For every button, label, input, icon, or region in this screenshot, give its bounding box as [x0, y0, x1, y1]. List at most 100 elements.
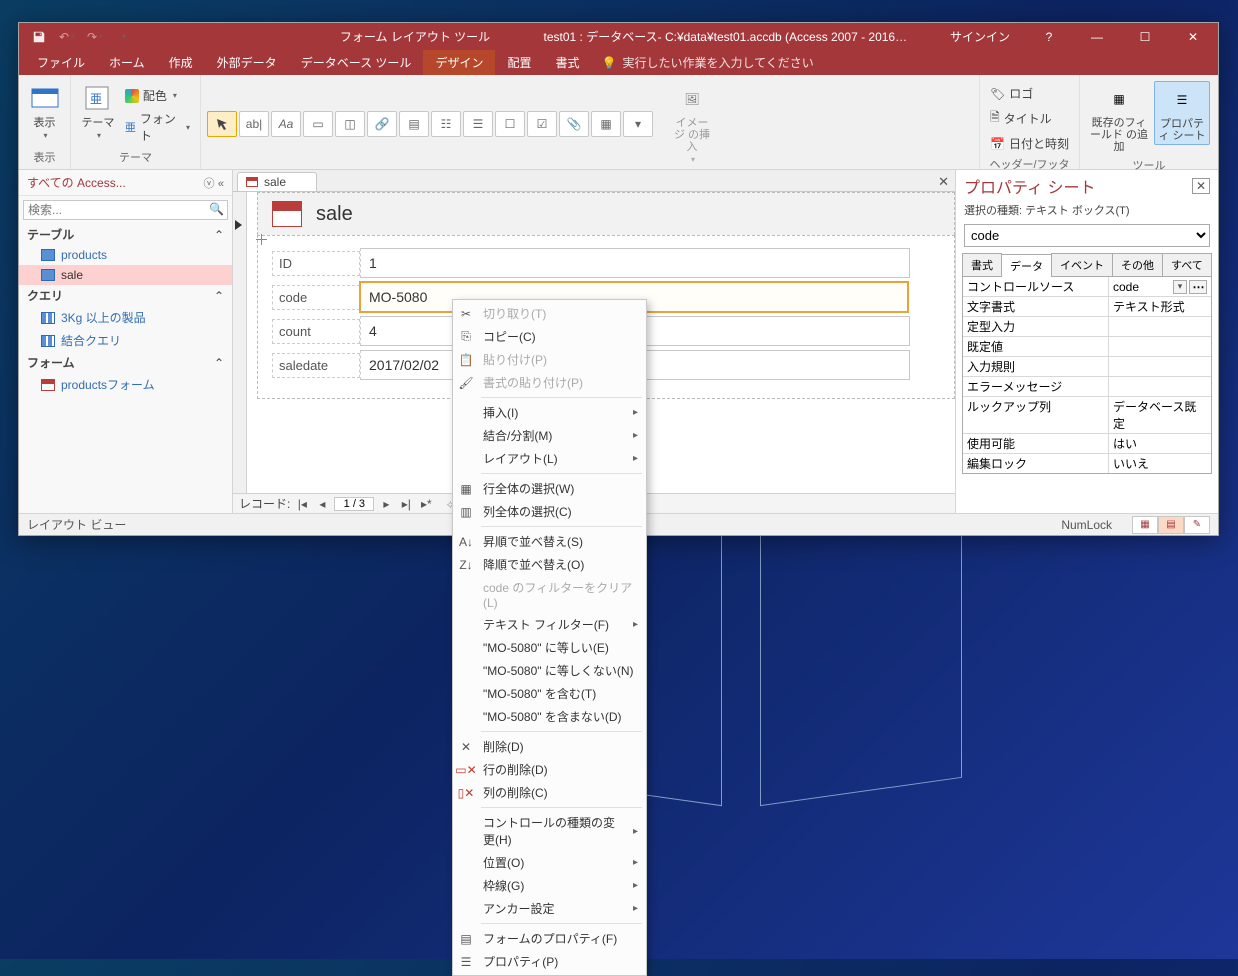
- property-object-select[interactable]: code: [964, 224, 1210, 247]
- prop-row-validation[interactable]: 入力規則: [963, 357, 1211, 377]
- menu-delete[interactable]: ✕削除(D): [453, 735, 646, 758]
- signin-link[interactable]: サインイン: [936, 28, 1024, 45]
- property-sheet-button[interactable]: ☰プロパティ シート: [1154, 81, 1210, 145]
- maximize-button[interactable]: ☐: [1122, 23, 1168, 50]
- more-controls-icon[interactable]: ▾: [623, 111, 653, 137]
- new-record-button[interactable]: ▸*: [418, 497, 434, 511]
- prop-row-controlsource[interactable]: コントロールソースcode▾⋯: [963, 277, 1211, 297]
- layout-view-button[interactable]: ▤: [1158, 516, 1184, 534]
- menu-properties[interactable]: ☰プロパティ(P): [453, 950, 646, 973]
- nav-header[interactable]: すべての Access... ⓥ «: [19, 170, 232, 196]
- help-button[interactable]: ?: [1026, 23, 1072, 50]
- prop-tab-format[interactable]: 書式: [962, 253, 1002, 276]
- minimize-button[interactable]: —: [1074, 23, 1120, 50]
- datetime-button[interactable]: 📅日付と時刻: [986, 133, 1073, 154]
- fonts-button[interactable]: 亜フォント▾: [121, 108, 194, 146]
- undo-icon[interactable]: ↶▾: [55, 25, 79, 49]
- nav-group-queries[interactable]: クエリ⌃: [19, 285, 232, 306]
- nav-item-join[interactable]: 結合クエリ: [19, 329, 232, 352]
- nav-group-tables[interactable]: テーブル⌃: [19, 224, 232, 245]
- redo-icon[interactable]: ↷▾: [83, 25, 107, 49]
- menu-text-filters[interactable]: テキスト フィルター(F)▸: [453, 613, 646, 636]
- layout-selector-icon[interactable]: [256, 234, 268, 246]
- form-header[interactable]: sale: [257, 192, 955, 235]
- nav-dropdown-icon[interactable]: ⓥ: [204, 178, 215, 190]
- tab-home[interactable]: ホーム: [97, 50, 157, 75]
- subform-control-icon[interactable]: ▦: [591, 111, 621, 137]
- tab-design[interactable]: デザイン: [423, 50, 495, 75]
- navigation-control-icon[interactable]: ▤: [399, 111, 429, 137]
- save-icon[interactable]: [27, 25, 51, 49]
- tab-file[interactable]: ファイル: [25, 50, 97, 75]
- label-count[interactable]: count: [272, 319, 360, 344]
- add-fields-button[interactable]: ▦既存のフィールド の追加: [1086, 81, 1152, 155]
- option-group-icon[interactable]: ☐: [495, 111, 525, 137]
- themes-button[interactable]: 亜テーマ▾: [77, 81, 119, 142]
- form-view-button[interactable]: ▦: [1132, 516, 1158, 534]
- doc-tab-sale[interactable]: sale: [237, 172, 317, 191]
- label-control-icon[interactable]: Aa: [271, 111, 301, 137]
- last-record-button[interactable]: ▸|: [398, 497, 414, 511]
- logo-button[interactable]: 🏷ロゴ: [986, 83, 1073, 104]
- tab-dbtools[interactable]: データベース ツール: [289, 50, 424, 75]
- menu-sort-desc[interactable]: Z↓降順で並べ替え(O): [453, 553, 646, 576]
- design-view-button[interactable]: ✎: [1184, 516, 1210, 534]
- menu-gridlines[interactable]: 枠線(G)▸: [453, 874, 646, 897]
- menu-delete-col[interactable]: ▯✕列の削除(C): [453, 781, 646, 804]
- menu-change-control[interactable]: コントロールの種類の変更(H)▸: [453, 811, 646, 851]
- prop-tab-data[interactable]: データ: [1001, 254, 1052, 277]
- nav-collapse-icon[interactable]: «: [218, 178, 224, 190]
- field-id[interactable]: 1: [360, 248, 910, 278]
- nav-item-productsform[interactable]: productsフォーム: [19, 373, 232, 396]
- menu-form-properties[interactable]: ▤フォームのプロパティ(F): [453, 927, 646, 950]
- attachment-control-icon[interactable]: 📎: [559, 111, 589, 137]
- tell-me[interactable]: 💡 実行したい作業を入力してください: [591, 50, 823, 75]
- title-button[interactable]: 🗎タイトル: [986, 106, 1073, 131]
- controls-gallery[interactable]: ab| Aa ▭ ◫ 🔗 ▤ ☷ ☰ ☐ ☑ 📎 ▦ ▾ 🖼イメージ の挿入▾: [207, 77, 973, 166]
- colors-button[interactable]: 配色▾: [121, 85, 194, 106]
- tab-format[interactable]: 書式: [543, 50, 591, 75]
- menu-not-contains[interactable]: "MO-5080" を含まない(D): [453, 705, 646, 728]
- prev-record-button[interactable]: ◂: [314, 497, 330, 511]
- menu-position[interactable]: 位置(O)▸: [453, 851, 646, 874]
- first-record-button[interactable]: |◂: [294, 497, 310, 511]
- button-control-icon[interactable]: ▭: [303, 111, 333, 137]
- view-button[interactable]: 表示▾: [25, 81, 64, 142]
- menu-select-col[interactable]: ▥列全体の選択(C): [453, 500, 646, 523]
- menu-contains[interactable]: "MO-5080" を含む(T): [453, 682, 646, 705]
- builder-icon[interactable]: ⋯: [1189, 280, 1207, 294]
- prop-row-locked[interactable]: 編集ロックいいえ: [963, 454, 1211, 473]
- listbox-control-icon[interactable]: ☰: [463, 111, 493, 137]
- nav-item-3kg[interactable]: 3Kg 以上の製品: [19, 306, 232, 329]
- menu-insert[interactable]: 挿入(I)▸: [453, 401, 646, 424]
- prop-tab-other[interactable]: その他: [1112, 253, 1163, 276]
- tab-create[interactable]: 作成: [157, 50, 205, 75]
- label-saledate[interactable]: saledate: [272, 353, 360, 378]
- nav-search-input[interactable]: [23, 200, 228, 220]
- nav-item-sale[interactable]: sale: [19, 265, 232, 285]
- menu-delete-row[interactable]: ▭✕行の削除(D): [453, 758, 646, 781]
- tab-arrange[interactable]: 配置: [495, 50, 543, 75]
- record-selector[interactable]: [233, 192, 247, 493]
- prop-tab-event[interactable]: イベント: [1051, 253, 1113, 276]
- combobox-control-icon[interactable]: ☷: [431, 111, 461, 137]
- prop-row-textformat[interactable]: 文字書式テキスト形式: [963, 297, 1211, 317]
- menu-equals[interactable]: "MO-5080" に等しい(E): [453, 636, 646, 659]
- menu-anchor[interactable]: アンカー設定▸: [453, 897, 646, 920]
- form-title[interactable]: sale: [316, 203, 353, 226]
- menu-copy[interactable]: ⎘コピー(C): [453, 325, 646, 348]
- menu-layout[interactable]: レイアウト(L)▸: [453, 447, 646, 470]
- nav-item-products[interactable]: products: [19, 245, 232, 265]
- hyperlink-control-icon[interactable]: 🔗: [367, 111, 397, 137]
- textbox-control-icon[interactable]: ab|: [239, 111, 269, 137]
- prop-row-enabled[interactable]: 使用可能はい: [963, 434, 1211, 454]
- tab-control-icon[interactable]: ◫: [335, 111, 365, 137]
- tab-external[interactable]: 外部データ: [205, 50, 289, 75]
- prop-row-validationtext[interactable]: エラーメッセージ: [963, 377, 1211, 397]
- prop-row-lookup[interactable]: ルックアップ列データベース既定: [963, 397, 1211, 434]
- menu-sort-asc[interactable]: A↓昇順で並べ替え(S): [453, 530, 646, 553]
- label-code[interactable]: code: [272, 285, 360, 310]
- property-sheet-close-icon[interactable]: ✕: [1192, 178, 1210, 194]
- prop-row-default[interactable]: 既定値: [963, 337, 1211, 357]
- record-position[interactable]: [334, 497, 374, 511]
